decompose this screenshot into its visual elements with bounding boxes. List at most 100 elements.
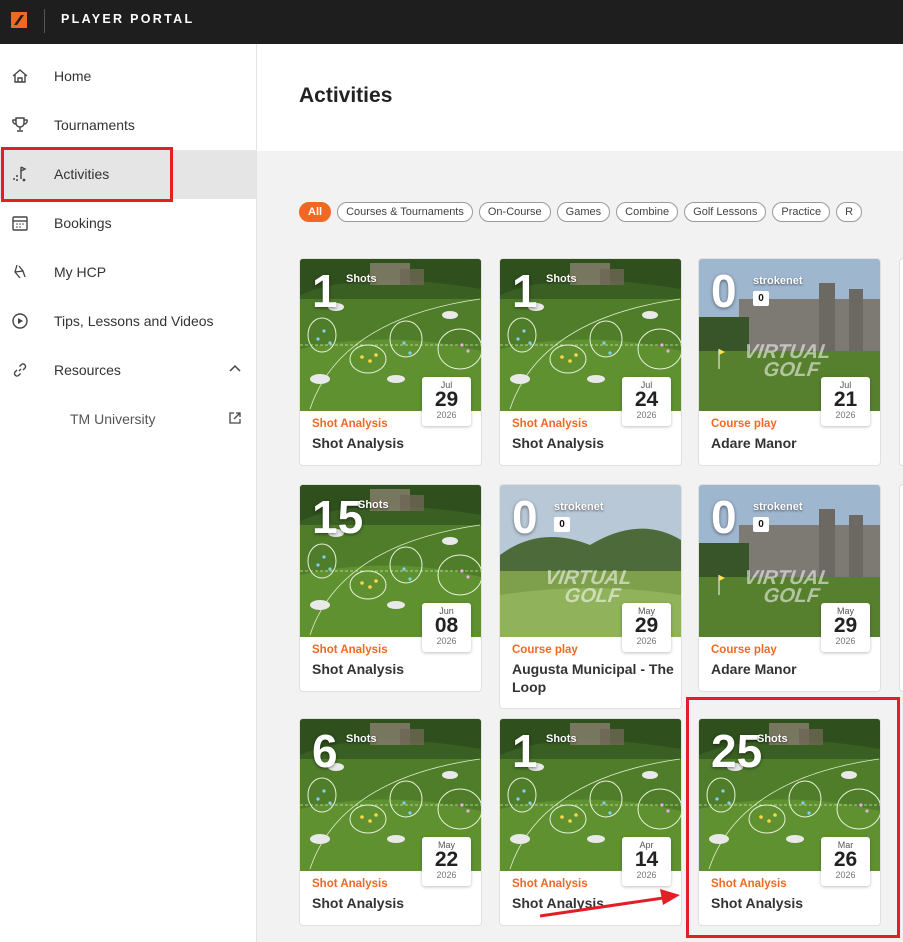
activity-card[interactable]: VIRTUAL GOLF 0 strokenet 0 May 29 2026 Course pl…	[698, 484, 881, 692]
date-day: 21	[833, 388, 858, 411]
date-year: 2026	[436, 410, 457, 420]
sidebar-item-tips[interactable]: Tips, Lessons and Videos	[0, 297, 256, 346]
main-content: Activities All Courses & Tournaments On-Co…	[257, 44, 903, 942]
link-icon	[13, 363, 27, 377]
shots-label: Shots	[346, 733, 377, 745]
activity-card[interactable]: VIRTUAL GOLF 0 strokenet 0 Jul 21 2026 Course pl…	[698, 258, 881, 466]
activity-card[interactable]: 15 Shots Jun 08 2026 Shot Analysis Shot Analys…	[299, 484, 482, 692]
card-title: Shot Analysis	[312, 435, 405, 451]
card-title: Shot Analysis	[312, 895, 405, 911]
sidebar-subitem-label: TM University	[70, 411, 156, 427]
calendar-icon	[12, 216, 28, 231]
card-category: Shot Analysis	[512, 878, 588, 890]
sidebar-item-label: Tournaments	[54, 117, 135, 133]
card-category: Course play	[711, 418, 777, 430]
date-badge: Jul 24 2026	[622, 377, 671, 426]
watermark-line: GOLF	[762, 359, 821, 381]
strokenet-score: 0	[753, 517, 769, 532]
date-day: 24	[634, 388, 659, 411]
date-day: 26	[833, 848, 858, 871]
date-year: 2026	[636, 636, 657, 646]
card-category: Shot Analysis	[312, 878, 388, 890]
activities-icon	[13, 166, 27, 182]
card-title: Shot Analysis	[711, 895, 804, 911]
external-link-icon	[229, 412, 241, 424]
date-badge: Apr 14 2026	[622, 837, 671, 886]
filter-bar: All Courses & Tournaments On-Course Games Co…	[299, 202, 868, 222]
virtual-golf-watermark: VIRTUAL GOLF	[541, 567, 633, 607]
shot-count: 1	[312, 265, 338, 317]
activity-card-partial[interactable]	[899, 484, 903, 692]
sidebar-subitem-tm-university[interactable]: TM University	[0, 399, 256, 439]
activity-card[interactable]: 1 Shots Apr 14 2026 Shot Analysis Shot Analysi…	[499, 718, 682, 926]
card-title: Shot Analysis	[312, 661, 405, 677]
activity-card[interactable]: 6 Shots May 22 2026 Shot Analysis Shot Analysi…	[299, 718, 482, 926]
date-year: 2026	[436, 870, 457, 880]
top-bar: PLAYER PORTAL	[0, 0, 903, 44]
date-day: 14	[634, 848, 659, 871]
sidebar-item-resources[interactable]: Resources	[0, 346, 256, 395]
date-day: 29	[634, 614, 659, 637]
date-year: 2026	[636, 410, 657, 420]
card-title: Adare Manor	[711, 661, 797, 677]
watermark-line: GOLF	[762, 585, 821, 607]
date-badge: Jun 08 2026	[422, 603, 471, 652]
hcp-icon	[14, 264, 26, 279]
filter-chip-games[interactable]: Games	[556, 202, 611, 222]
date-day: 29	[434, 388, 459, 411]
date-badge: Jul 29 2026	[422, 377, 471, 426]
shots-label: Shots	[346, 273, 377, 285]
activity-card[interactable]: 1 Shots Jul 29 2026 Shot Analysis Shot Analysi…	[299, 258, 482, 466]
card-category: Shot Analysis	[312, 644, 388, 656]
activity-card[interactable]: 25 Shots Mar 26 2026 Shot Analysis Shot Analys…	[698, 718, 881, 926]
sidebar-item-label: Activities	[54, 166, 110, 182]
sidebar-item-my-hcp[interactable]: My HCP	[0, 248, 256, 297]
activity-card[interactable]: 1 Shots Jul 24 2026 Shot Analysis Shot Analysi…	[499, 258, 682, 466]
play-circle-icon	[12, 313, 28, 329]
header-divider	[44, 9, 45, 33]
sidebar-item-tournaments[interactable]: Tournaments	[0, 101, 256, 150]
sidebar-item-activities[interactable]: Activities	[0, 150, 256, 199]
filter-chip-practice[interactable]: Practice	[772, 202, 831, 222]
sidebar-item-label: Resources	[54, 362, 121, 378]
strokenet-score: 0	[753, 291, 769, 306]
filter-chip-courses-tournaments[interactable]: Courses & Tournaments	[337, 202, 473, 222]
sidebar: Home Tournaments Activities Bookings My …	[0, 44, 257, 942]
shot-count: 1	[512, 725, 538, 777]
strokenet-label: strokenet	[753, 501, 803, 513]
shot-count: 15	[312, 491, 364, 543]
date-badge: Jul 21 2026	[821, 377, 870, 426]
filter-chip-all[interactable]: All	[299, 202, 332, 222]
shots-label: Shots	[757, 733, 788, 745]
card-title: Adare Manor	[711, 435, 797, 451]
card-title: Augusta Municipal - The Loop	[512, 661, 674, 695]
sidebar-item-label: Bookings	[54, 215, 112, 231]
card-category: Shot Analysis	[512, 418, 588, 430]
app-title: PLAYER PORTAL	[61, 12, 195, 26]
filter-chip-more[interactable]: R	[836, 202, 863, 222]
score-number: 0	[512, 491, 538, 543]
sidebar-item-home[interactable]: Home	[0, 52, 256, 101]
shots-label: Shots	[358, 499, 389, 511]
activity-card[interactable]: VIRTUAL GOLF 0 strokenet 0 May 29 2026 Course pl…	[499, 484, 682, 709]
filter-chip-combine[interactable]: Combine	[616, 202, 679, 222]
date-badge: Mar 26 2026	[821, 837, 870, 886]
sidebar-item-label: Home	[54, 68, 92, 84]
shots-label: Shots	[546, 273, 577, 285]
date-badge: May 22 2026	[422, 837, 471, 886]
sidebar-item-label: Tips, Lessons and Videos	[54, 313, 214, 329]
sidebar-item-bookings[interactable]: Bookings	[0, 199, 256, 248]
date-year: 2026	[835, 870, 856, 880]
card-category: Shot Analysis	[312, 418, 388, 430]
shots-label: Shots	[546, 733, 577, 745]
chevron-up-icon[interactable]	[228, 362, 242, 376]
virtual-golf-watermark: VIRTUAL GOLF	[740, 341, 832, 381]
strokenet-label: strokenet	[753, 275, 803, 287]
date-day: 08	[434, 614, 459, 637]
filter-chip-on-course[interactable]: On-Course	[478, 202, 551, 222]
page-title: Activities	[299, 84, 393, 107]
sidebar-item-label: My HCP	[54, 264, 107, 280]
filter-chip-golf-lessons[interactable]: Golf Lessons	[684, 202, 767, 222]
activity-card-partial[interactable]	[899, 258, 903, 466]
trackman-logo-icon[interactable]	[11, 12, 27, 28]
